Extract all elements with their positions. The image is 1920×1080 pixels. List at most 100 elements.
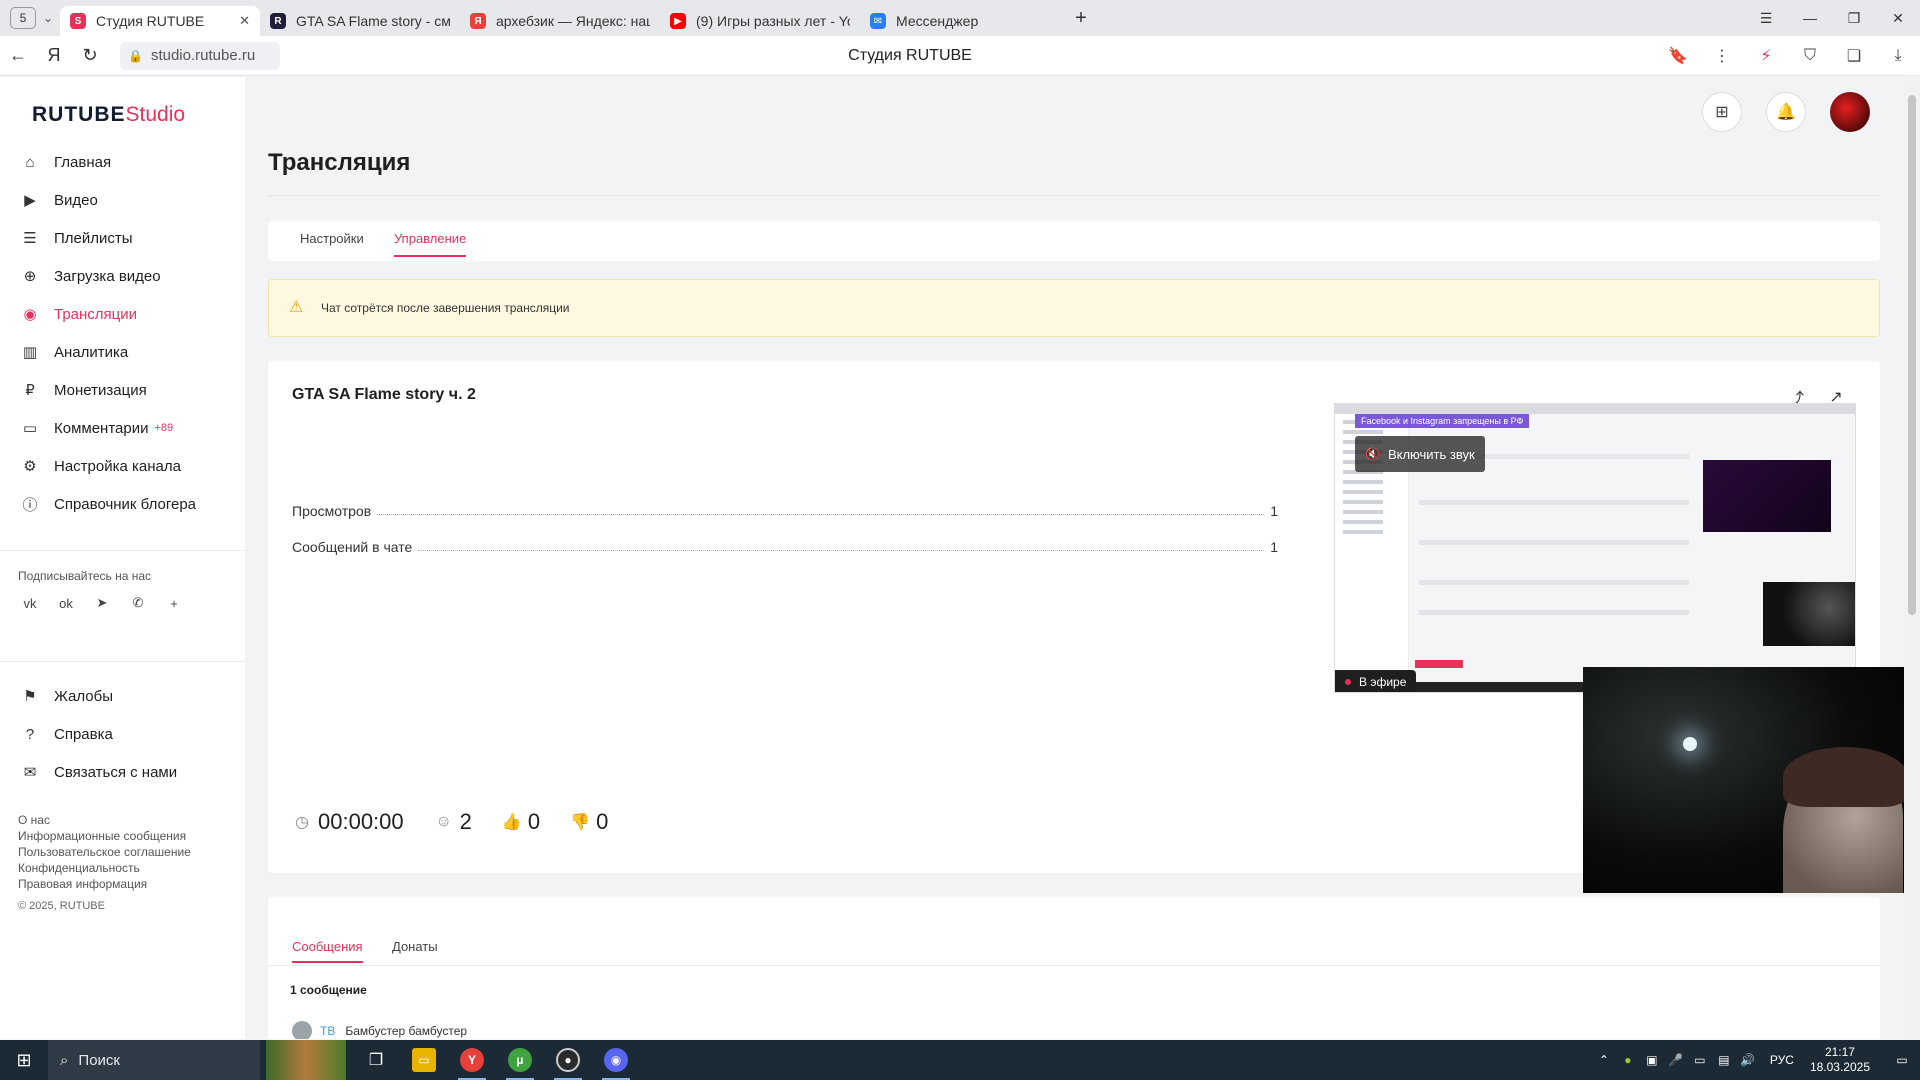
sidebar-item-upload[interactable]: ⊕ Загрузка видео (0, 257, 245, 295)
discord-logo-icon: ◉ (604, 1048, 628, 1072)
meet-now-icon[interactable]: ▣ (1640, 1053, 1664, 1067)
sidebar-item-analytics[interactable]: ▥ Аналитика (0, 333, 245, 371)
copyright: © 2025, RUTUBE (18, 900, 105, 912)
chat-message: TB Бамбустер бамбустер (292, 1021, 467, 1039)
webcam-light (1683, 737, 1697, 751)
extension-icon[interactable]: ⚡ (1744, 46, 1788, 66)
discord-icon[interactable]: ◉ (592, 1040, 640, 1080)
tab-messages[interactable]: Сообщения (292, 939, 363, 963)
sidebar-item-label: Справочник блогера (54, 495, 197, 513)
new-tab-button[interactable]: + (1068, 5, 1094, 31)
url-field[interactable]: 🔒 studio.rutube.ru (120, 41, 280, 70)
close-window-icon[interactable]: ✕ (1876, 10, 1920, 27)
footer-link[interactable]: Правовая информация (18, 876, 191, 892)
sidebar-item-label: Настройка канала (54, 457, 181, 475)
tabs-dropdown-icon[interactable]: ⌄ (36, 11, 60, 25)
notifications-button[interactable]: 🔔 (1766, 92, 1806, 132)
tab-settings[interactable]: Настройки (300, 231, 364, 246)
stat-value: 1 (1270, 539, 1278, 555)
back-icon[interactable]: ← (0, 45, 36, 66)
more-icon[interactable]: ⋮ (1700, 46, 1744, 66)
task-view-icon[interactable]: ❐ (352, 1040, 400, 1080)
reload-icon[interactable]: ↻ (72, 45, 108, 66)
viewers-value: 2 (459, 809, 472, 834)
sidebar-item-comments[interactable]: ▭ Комментарии +89 (0, 409, 245, 447)
tab-messenger[interactable]: ✉ Мессенджер (860, 6, 1060, 36)
taskbar-search[interactable]: ⌕ Поиск (48, 1040, 260, 1080)
tab-management[interactable]: Управление (394, 231, 467, 257)
tab-gta-sa[interactable]: R GTA SA Flame story - смо (260, 6, 460, 36)
sidebar-item-playlists[interactable]: ☰ Плейлисты (0, 219, 245, 257)
preview-line (1419, 610, 1689, 615)
taskbar-apps: ❐ ▭ Y µ ● ◉ (352, 1040, 640, 1080)
footer-link[interactable]: О нас (18, 812, 191, 828)
avatar[interactable] (1830, 92, 1870, 132)
viewers-icon: ☺ (435, 813, 452, 830)
sidebar-item-complaints[interactable]: ⚑ Жалобы (0, 677, 245, 715)
minimize-icon[interactable]: — (1788, 10, 1832, 26)
tab-counter[interactable]: 5 (10, 7, 36, 29)
scrollbar-thumb[interactable] (1908, 95, 1916, 615)
sidebar-item-label: Жалобы (54, 687, 113, 705)
sidebar: RUTUBEStudio ⌂ Главная ▶ Видео ☰ Плейлисты … (0, 77, 245, 1039)
logo[interactable]: RUTUBEStudio (32, 103, 185, 127)
sidebar-item-monetization[interactable]: ₽ Монетизация (0, 371, 245, 409)
comments-badge: +89 (154, 422, 174, 434)
bookmark-icon[interactable]: 🔖 (1656, 46, 1700, 66)
tab-label: Мессенджер (896, 13, 979, 29)
footer-link[interactable]: Информационные сообщения (18, 828, 191, 844)
tab-yandex[interactable]: Я архебзик — Яндекс: нашл (460, 6, 660, 36)
yandex-icon[interactable]: Я (36, 45, 72, 66)
downloads-icon[interactable]: ⤓ (1876, 47, 1920, 65)
input-language[interactable]: РУС (1770, 1053, 1794, 1067)
chevron-up-icon[interactable]: ⌃ (1592, 1053, 1616, 1067)
sidebar-item-broadcasts[interactable]: ◉ Трансляции (0, 295, 245, 333)
unmute-button[interactable]: 🔇 Включить звук (1355, 436, 1485, 472)
telegram-icon[interactable]: ➤ (90, 591, 114, 615)
restore-icon[interactable]: ❐ (1832, 10, 1876, 27)
viber-icon[interactable]: ✆ (126, 591, 150, 615)
yandex-browser-icon[interactable]: Y (448, 1040, 496, 1080)
windows-start-icon[interactable]: ⊞ (0, 1050, 48, 1071)
ok-icon[interactable]: ok (54, 591, 78, 615)
torrent-icon[interactable]: µ (496, 1040, 544, 1080)
upload-icon: ⊕ (23, 268, 37, 285)
sidebar-item-home[interactable]: ⌂ Главная (0, 143, 245, 181)
sidebar-item-channel-settings[interactable]: ⚙ Настройка канала (0, 447, 245, 485)
sidebar-divider (0, 661, 245, 662)
address-bar-actions: 🔖 ⋮ ⚡ ⛉ ❏ ⤓ (1656, 46, 1920, 66)
volume-icon[interactable]: 🔊 (1736, 1053, 1760, 1067)
tab-youtube[interactable]: ▶ (9) Игры разных лет - You (660, 6, 860, 36)
sidebar-item-contact[interactable]: ✉ Связаться с нами (0, 753, 245, 791)
vk-icon[interactable]: vk (18, 591, 42, 615)
taskbar-clock[interactable]: 21:17 18.03.2025 (1810, 1045, 1870, 1075)
page-tabs: Настройки Управление (268, 221, 1880, 261)
microphone-icon[interactable]: 🎤 (1664, 1053, 1688, 1067)
tab-menu-icon[interactable]: ☰ (1744, 10, 1788, 27)
add-content-button[interactable]: ⊞ (1702, 92, 1742, 132)
collections-icon[interactable]: ❏ (1832, 46, 1876, 66)
sidebar-secondary-menu: ⚑ Жалобы ? Справка ✉ Связаться с нами (0, 677, 245, 791)
obs-icon[interactable]: ● (544, 1040, 592, 1080)
sidebar-item-handbook[interactable]: ⓘ Справочник блогера (0, 485, 245, 523)
stream-title: GTA SA Flame story ч. 2 (292, 386, 476, 403)
search-highlight-image[interactable] (266, 1040, 346, 1080)
display-icon[interactable]: ▭ (1688, 1053, 1712, 1067)
close-tab-icon[interactable]: ✕ (239, 13, 250, 29)
sidebar-item-help[interactable]: ? Справка (0, 715, 245, 753)
more-icon[interactable]: + (162, 591, 186, 615)
message-author[interactable]: TB (320, 1024, 335, 1038)
tab-donations[interactable]: Донаты (392, 939, 438, 954)
notifications-icon[interactable]: ▭ (1884, 1053, 1920, 1067)
page-scrollbar[interactable] (1904, 77, 1920, 1039)
protect-icon[interactable]: ⛉ (1788, 47, 1832, 65)
file-explorer-icon[interactable]: ▭ (400, 1040, 448, 1080)
network-icon[interactable]: ▤ (1712, 1053, 1736, 1067)
stream-preview[interactable]: Facebook и Instagram запрещены в РФ 🔇 Вк… (1334, 403, 1856, 693)
sidebar-item-video[interactable]: ▶ Видео (0, 181, 245, 219)
footer-link[interactable]: Конфиденциальность (18, 860, 191, 876)
tab-studio-rutube[interactable]: S Студия RUTUBE ✕ (60, 6, 260, 36)
footer-link[interactable]: Пользовательское соглашение (18, 844, 191, 860)
title-divider (268, 195, 1880, 196)
tray-app-icon[interactable]: ● (1616, 1053, 1640, 1067)
